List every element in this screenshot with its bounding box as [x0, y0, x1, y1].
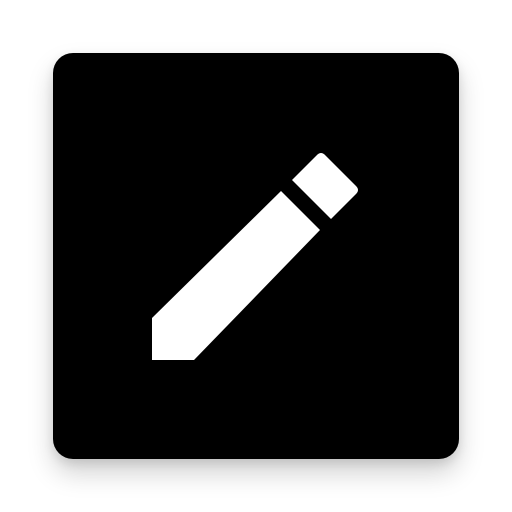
pencil-eraser — [292, 153, 358, 219]
icon-canvas — [0, 0, 512, 512]
pencil-icon — [152, 153, 358, 360]
edit-app-icon[interactable] — [53, 53, 459, 459]
pencil-body — [152, 191, 320, 360]
